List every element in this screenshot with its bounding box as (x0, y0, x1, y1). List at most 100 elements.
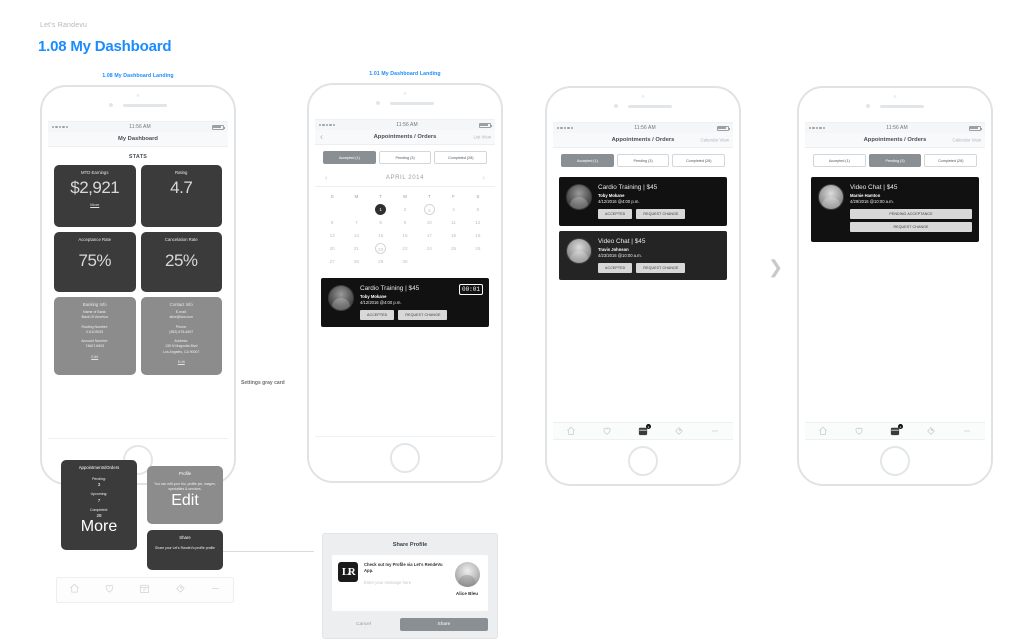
appointment-card[interactable]: Video Chat | $45 Marnie Hamton 4/29/2016… (811, 176, 979, 242)
calendar-day[interactable]: 17 (417, 230, 441, 241)
calendar-day[interactable]: 24 (417, 243, 441, 254)
calendar-day[interactable]: 29 (369, 256, 393, 267)
home-icon[interactable] (566, 426, 576, 436)
heart-icon[interactable] (602, 426, 612, 436)
appointment-card[interactable]: Video Chat | $45 Travis Johnson 4/23/201… (559, 230, 727, 280)
request-change-button[interactable]: REQUEST CHANGE (398, 309, 448, 320)
request-change-button[interactable]: REQUEST CHANGE (636, 262, 686, 273)
calendar-day[interactable]: 14 (344, 230, 368, 241)
tab-pending[interactable]: Pending (3) (868, 154, 922, 167)
share-message-input[interactable]: Enter your message here (364, 580, 446, 585)
more-link[interactable]: More (81, 518, 117, 535)
card-contact-info[interactable]: Contact Info E-mail: alice@liva.com Phon… (140, 297, 222, 375)
calendar-day[interactable]: 28 (344, 256, 368, 267)
calendar-day[interactable]: 13 (320, 230, 344, 241)
tab-accepted[interactable]: Accepted (1) (323, 151, 376, 164)
back-chevron-icon[interactable]: ‹ (320, 132, 323, 142)
calendar-day[interactable]: 27 (320, 256, 344, 267)
prev-month-icon[interactable]: ‹ (325, 175, 327, 182)
tab-bar-standalone[interactable] (56, 577, 234, 603)
request-change-button[interactable]: REQUEST CHANGE (850, 221, 972, 232)
accepted-button[interactable]: ACCEPTED (598, 208, 633, 219)
calendar-day[interactable]: 26 (466, 243, 490, 254)
calendar-day[interactable]: 21 (344, 243, 368, 254)
card-appointments-orders[interactable]: Appointments/Orders Pending: 3 Upcoming:… (61, 460, 137, 550)
tab-bar[interactable]: 3 (553, 422, 733, 439)
calendar-icon[interactable] (139, 581, 150, 599)
calendar-day[interactable]: 23 (393, 243, 417, 254)
calendar-day[interactable]: 3 (417, 203, 441, 215)
card-profile[interactable]: Profile You can edit your bio, profile p… (147, 466, 223, 524)
next-month-icon[interactable]: › (483, 175, 485, 182)
list-view-link[interactable]: List View (474, 135, 492, 140)
segmented-control[interactable]: Accepted (1) Pending (3) Completed (28) (805, 148, 985, 172)
tag-icon[interactable] (926, 426, 936, 436)
menu-icon[interactable] (710, 426, 720, 436)
heart-icon[interactable] (854, 426, 864, 436)
home-button[interactable] (628, 446, 658, 476)
calendar-icon[interactable]: 3 (638, 424, 651, 436)
card-mtd-earnings[interactable]: MTD Earnings $2,921 More (54, 165, 136, 227)
edit-link[interactable]: Edit (144, 359, 220, 364)
calendar-day[interactable]: 11 (441, 217, 465, 228)
tab-accepted[interactable]: Accepted (1) (813, 154, 866, 167)
calendar-grid[interactable]: S M T W T F S 1 2 3 4 5 6 7 8 9 10 11 12 13 14 15 16 17 18 19 20 21… (315, 187, 495, 273)
menu-icon[interactable] (210, 581, 221, 599)
calendar-day[interactable]: 12 (466, 217, 490, 228)
card-acceptance-rate[interactable]: Acceptance Rate 75% (54, 232, 136, 292)
accepted-button[interactable]: ACCEPTED (598, 262, 633, 273)
cancel-button[interactable]: Cancel (332, 618, 395, 631)
home-icon[interactable] (69, 581, 80, 599)
tab-completed[interactable]: Completed (28) (924, 154, 978, 167)
request-change-button[interactable]: REQUEST CHANGE (636, 208, 686, 219)
calendar-day[interactable]: 2 (393, 204, 417, 215)
calendar-day[interactable]: 16 (393, 230, 417, 241)
calendar-day[interactable]: 6 (320, 217, 344, 228)
segmented-control[interactable]: Accepted (1) Pending (3) Completed (28) (553, 148, 733, 172)
tag-icon[interactable] (674, 426, 684, 436)
calendar-day[interactable]: 19 (466, 230, 490, 241)
home-icon[interactable] (818, 426, 828, 436)
calendar-day[interactable]: 18 (441, 230, 465, 241)
card-share[interactable]: Share Share your Let's RandeVu profile p… (147, 530, 223, 570)
calendar-day[interactable]: 30 (393, 256, 417, 267)
tab-pending[interactable]: Pending (3) (378, 151, 432, 164)
tab-pending[interactable]: Pending (3) (616, 154, 670, 167)
card-banking-info[interactable]: Banking Info Name of Bank: Bank Of Ameri… (54, 297, 136, 375)
card-cancelation-rate[interactable]: Cancelation Rate 25% (140, 232, 222, 292)
menu-icon[interactable] (962, 426, 972, 436)
tab-accepted[interactable]: Accepted (1) (561, 154, 614, 167)
calendar-day[interactable]: 25 (441, 243, 465, 254)
tag-icon[interactable] (175, 581, 186, 599)
calendar-view-link[interactable]: Calendar View (953, 138, 981, 143)
calendar-day[interactable]: 4 (441, 204, 465, 215)
pending-acceptance-button[interactable]: PENDING ACCEPTANCE (850, 208, 972, 219)
calendar-day[interactable]: 20 (320, 243, 344, 254)
calendar-day[interactable]: 7 (344, 217, 368, 228)
more-link[interactable]: More (57, 202, 133, 207)
calendar-day[interactable]: 5 (466, 204, 490, 215)
calendar-day[interactable]: 1 (369, 203, 393, 215)
home-button[interactable] (880, 446, 910, 476)
calendar-day[interactable]: 22 (369, 242, 393, 254)
tab-completed[interactable]: Completed (28) (434, 151, 488, 164)
segmented-control[interactable]: Accepted (1) Pending (3) Completed (28) (315, 145, 495, 169)
calendar-day[interactable]: 8 (369, 217, 393, 228)
calendar-day[interactable]: 10 (417, 217, 441, 228)
card-title: Acceptance Rate (78, 237, 112, 242)
edit-link[interactable]: Edit (57, 354, 133, 359)
appointment-card[interactable]: Cardio Training | $45 Toby Mokane 4/12/2… (559, 176, 727, 226)
home-button[interactable] (390, 443, 420, 473)
tab-bar[interactable]: 3 (805, 422, 985, 439)
edit-link[interactable]: Edit (171, 492, 199, 509)
appointment-card[interactable]: 00:01 Cardio Training | $45 Toby Mokane … (321, 277, 489, 327)
tab-completed[interactable]: Completed (28) (672, 154, 726, 167)
heart-icon[interactable] (104, 581, 115, 599)
calendar-day[interactable]: 15 (369, 230, 393, 241)
calendar-day[interactable]: 9 (393, 217, 417, 228)
share-button[interactable]: Share (399, 618, 488, 631)
calendar-view-link[interactable]: Calendar View (701, 138, 729, 143)
calendar-icon[interactable]: 3 (890, 424, 903, 436)
card-rating[interactable]: Rating 4.7 (140, 165, 222, 227)
accepted-button[interactable]: ACCEPTED (360, 309, 395, 320)
